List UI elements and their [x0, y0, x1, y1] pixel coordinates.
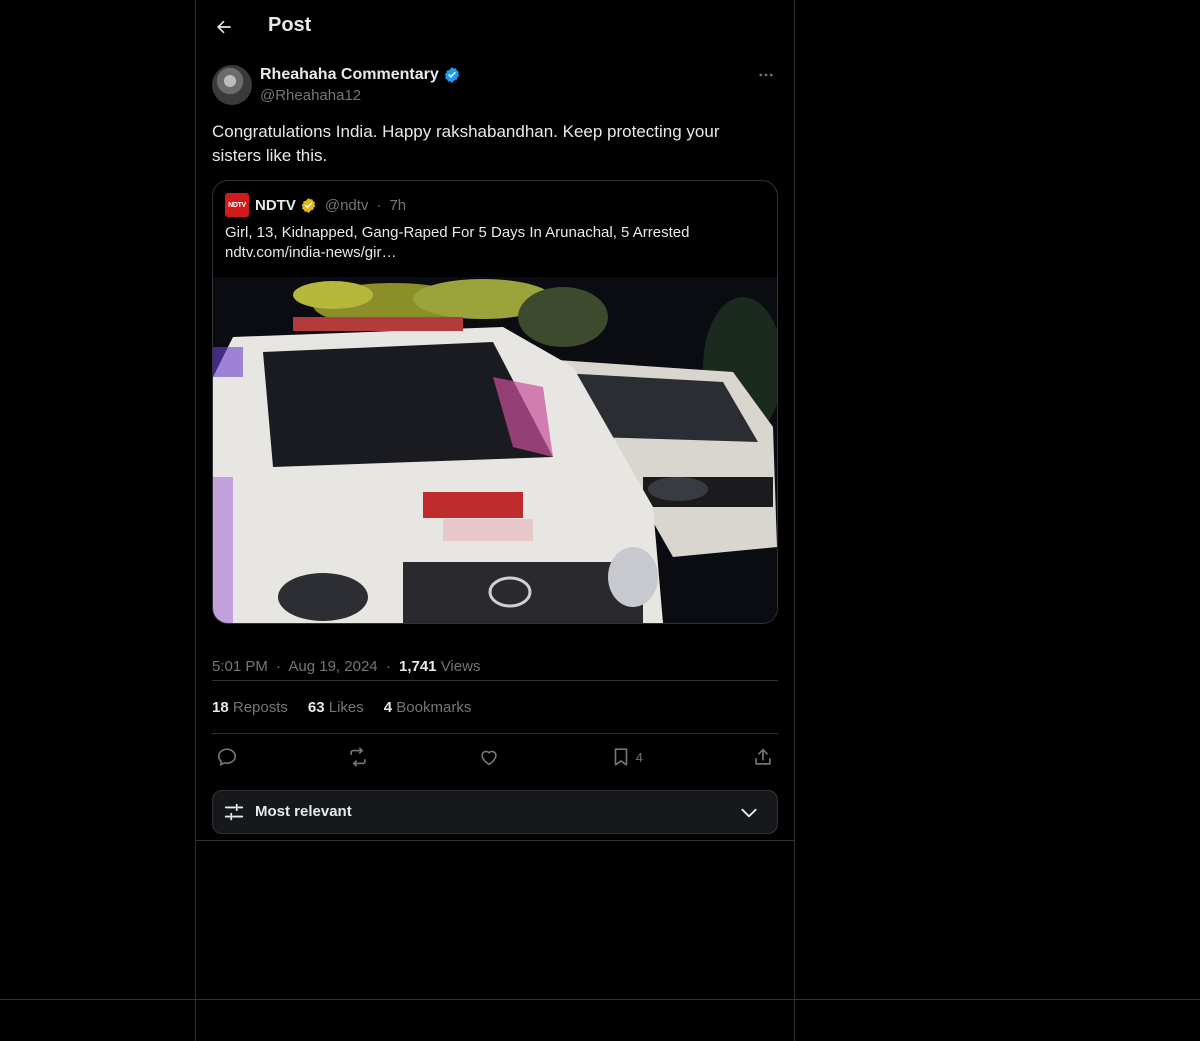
more-options-button[interactable]: [754, 64, 778, 86]
post-text: Congratulations India. Happy rakshabandh…: [212, 122, 720, 165]
share-icon: [755, 748, 771, 765]
bookmarks-count: 4: [383, 698, 393, 716]
post-actions: 4: [212, 734, 778, 780]
author-display-name: Rheahaha Commentary: [260, 66, 439, 83]
meta-separator: ·: [385, 658, 391, 675]
reposts-label: Reposts: [232, 698, 288, 716]
share-button[interactable]: [752, 746, 774, 768]
reposts-stat[interactable]: 18 Reposts: [212, 699, 288, 716]
views-label: Views: [440, 658, 481, 675]
verified-badge-icon: [444, 67, 459, 83]
post-time[interactable]: 5:01 PM: [212, 658, 268, 675]
back-arrow-icon: [217, 20, 231, 34]
quoted-author-handle: @ndtv: [324, 196, 369, 214]
author-row: Rheahaha Commentary @Rheahaha12: [212, 64, 778, 106]
quoted-age: 7h: [389, 196, 407, 214]
bookmark-icon: [614, 748, 627, 766]
reply-button[interactable]: [216, 746, 238, 768]
bookmark-button[interactable]: 4: [610, 746, 643, 768]
quoted-separator: ·: [376, 196, 382, 214]
like-icon: [481, 750, 498, 766]
author-handle[interactable]: @Rheahaha12: [260, 87, 361, 104]
sort-label: Most relevant: [255, 803, 352, 820]
reply-icon: [217, 748, 237, 766]
primary-column: Post Rheahaha Commentary @Rheahaha12 Con…: [195, 0, 795, 1041]
repost-button[interactable]: [347, 746, 369, 768]
post: Rheahaha Commentary @Rheahaha12 Congratu…: [212, 64, 778, 834]
verified-badge-icon: [301, 197, 316, 213]
likes-stat[interactable]: 63 Likes: [308, 699, 364, 716]
like-button[interactable]: [478, 746, 500, 768]
ndtv-logo: NDTV: [225, 193, 249, 217]
likes-count: 63: [307, 698, 325, 716]
section-divider: [196, 840, 794, 841]
quoted-media-image[interactable]: [213, 277, 777, 623]
header: Post: [196, 0, 794, 54]
bookmark-count: 4: [635, 749, 643, 765]
quoted-headline: Girl, 13, Kidnapped, Gang-Raped For 5 Da…: [225, 224, 690, 241]
quoted-post[interactable]: NDTV NDTV @ndtv · 7h Girl, 13, Kidnapped…: [212, 180, 778, 624]
sort-sliders-icon: [224, 803, 244, 821]
back-button[interactable]: [206, 9, 242, 45]
meta-separator: ·: [276, 658, 282, 675]
quoted-text: Girl, 13, Kidnapped, Gang-Raped For 5 Da…: [213, 217, 777, 277]
views-count: 1,741: [398, 658, 437, 675]
bookmarks-stat[interactable]: 4 Bookmarks: [384, 699, 472, 716]
bookmarks-label: Bookmarks: [396, 698, 472, 716]
repost-icon: [350, 747, 366, 767]
post-meta: 5:01 PM · Aug 19, 2024 · 1,741 Views: [212, 644, 778, 681]
page-title: Post: [268, 14, 312, 36]
replies-sort-dropdown[interactable]: Most relevant: [212, 790, 778, 834]
author-name-link[interactable]: Rheahaha Commentary: [260, 66, 461, 84]
avatar[interactable]: [212, 65, 252, 105]
post-stats: 18 Reposts 63 Likes 4 Bookmarks: [212, 681, 778, 734]
more-dots-icon: [759, 73, 773, 77]
quoted-author-name: NDTV: [255, 196, 296, 214]
police-vehicles-photo: [213, 277, 777, 623]
post-date[interactable]: Aug 19, 2024: [288, 658, 377, 675]
likes-label: Likes: [328, 698, 364, 716]
quoted-link[interactable]: ndtv.com/india-news/gir…: [225, 243, 765, 263]
quoted-post-header: NDTV NDTV @ndtv · 7h: [213, 181, 777, 217]
chevron-down-icon: [741, 808, 757, 818]
reposts-count: 18: [212, 698, 229, 716]
